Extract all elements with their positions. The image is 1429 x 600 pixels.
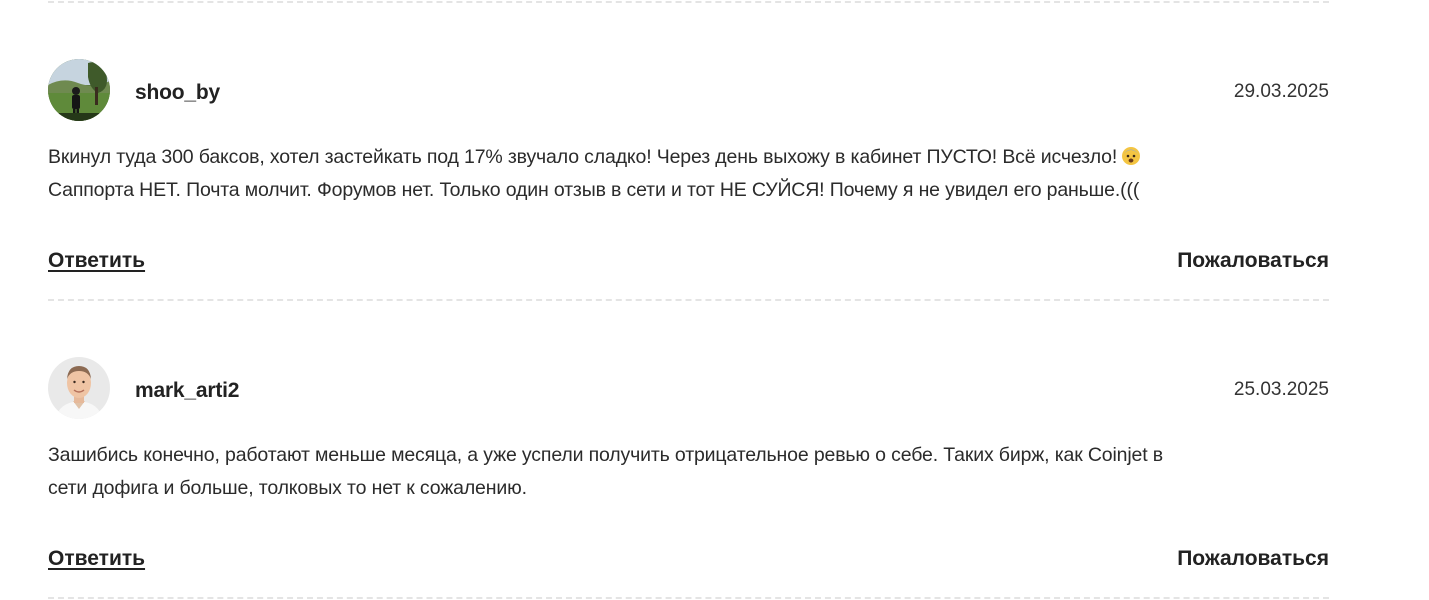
comment-username: mark_arti2 <box>135 379 240 402</box>
comment-item: mark_arti2 25.03.2025 Зашибись конечно, … <box>48 301 1329 597</box>
divider <box>48 597 1329 599</box>
comment-actions: Ответить Пожаловаться <box>48 547 1329 579</box>
comment-text-line: Вкинул туда 300 баксов, хотел застейкать… <box>48 146 1118 168</box>
comment-username: shoo_by <box>135 81 220 104</box>
comment-text-line: сети дофига и больше, толковых то нет к … <box>48 477 527 499</box>
avatar <box>48 59 110 121</box>
comment-header: mark_arti2 25.03.2025 <box>48 357 1329 421</box>
reply-link[interactable]: Ответить <box>48 249 145 273</box>
comment-text: Зашибись конечно, работают меньше месяца… <box>48 439 1323 505</box>
comment-actions: Ответить Пожаловаться <box>48 249 1329 281</box>
reply-link[interactable]: Ответить <box>48 547 145 571</box>
avatar <box>48 357 110 419</box>
comment-header: shoo_by 29.03.2025 <box>48 59 1329 123</box>
avatar-image <box>48 357 110 419</box>
comment-date: 25.03.2025 <box>1233 379 1329 400</box>
comment-item: shoo_by 29.03.2025 Вкинул туда 300 баксо… <box>48 3 1329 299</box>
complain-link[interactable]: Пожаловаться <box>1177 547 1329 571</box>
avatar-image <box>48 59 110 121</box>
fearful-face-emoji-icon <box>1121 144 1141 165</box>
comment-text: Вкинул туда 300 баксов, хотел застейкать… <box>48 141 1323 207</box>
comment-text-line: Зашибись конечно, работают меньше месяца… <box>48 444 1163 466</box>
comment-date: 29.03.2025 <box>1233 81 1329 102</box>
comment-text-line: Саппорта НЕТ. Почта молчит. Форумов нет.… <box>48 179 1140 201</box>
complain-link[interactable]: Пожаловаться <box>1177 249 1329 273</box>
comments-list: shoo_by 29.03.2025 Вкинул туда 300 баксо… <box>48 0 1329 599</box>
